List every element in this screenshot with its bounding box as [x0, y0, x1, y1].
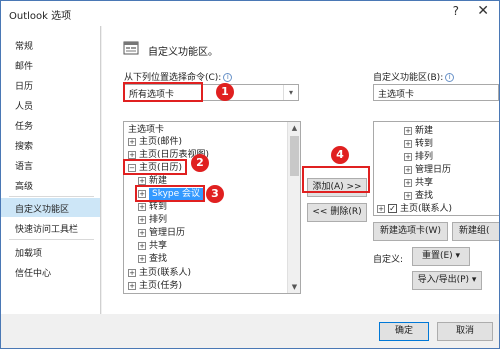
- expand-icon[interactable]: +: [138, 216, 146, 224]
- tree-item[interactable]: + 转到: [138, 201, 167, 213]
- expand-icon[interactable]: +: [404, 192, 412, 200]
- nav-item-trust-center[interactable]: 信任中心: [1, 262, 100, 281]
- nav-divider: [9, 196, 94, 197]
- nav-item-language[interactable]: 语言: [1, 155, 100, 174]
- tree-item[interactable]: + 共享: [138, 240, 167, 252]
- cancel-button[interactable]: 取消: [437, 322, 493, 341]
- commands-scrollbar[interactable]: ▲ ▼: [287, 122, 300, 293]
- new-group-button[interactable]: 新建组(: [452, 222, 499, 241]
- callout-badge-2: 2: [191, 154, 209, 172]
- expand-icon[interactable]: +: [128, 269, 136, 277]
- ribbon-tree-item[interactable]: + 管理日历: [404, 164, 451, 176]
- tree-item[interactable]: + 主页(任务): [128, 280, 182, 292]
- close-icon[interactable]: ✕: [477, 3, 489, 19]
- expand-icon[interactable]: +: [404, 140, 412, 148]
- window-title: Outlook 选项: [9, 11, 72, 22]
- nav-item-search[interactable]: 搜索: [1, 135, 100, 154]
- expand-icon[interactable]: +: [128, 138, 136, 146]
- nav-item-general[interactable]: 常规: [1, 35, 100, 54]
- tree-item[interactable]: + 查找: [138, 253, 167, 265]
- customize-ribbon-value: 主选项卡: [378, 90, 415, 100]
- expand-icon[interactable]: +: [138, 242, 146, 250]
- nav-item-add-ins[interactable]: 加载项: [1, 242, 100, 261]
- ribbon-tree-item[interactable]: + ✓ 主页(联系人): [377, 203, 452, 215]
- callout-badge-3: 3: [206, 185, 224, 203]
- expand-icon[interactable]: +: [404, 127, 412, 135]
- callout-box-add-button: [302, 166, 370, 193]
- info-icon: i: [445, 73, 455, 82]
- chevron-down-icon: ▾: [283, 85, 298, 100]
- nav-item-tasks[interactable]: 任务: [1, 115, 100, 134]
- help-icon[interactable]: ?: [453, 4, 459, 18]
- commands-tree[interactable]: 主选项卡 + 主页(邮件) + 主页(日历表视图) − 主页(日历) + 新建 + Sky…: [123, 121, 301, 294]
- callout-box-skype-meeting: [135, 185, 205, 202]
- customize-ribbon-label-text: 自定义功能区(B):: [373, 73, 444, 83]
- reset-button[interactable]: 重置(E) ▾: [412, 247, 470, 266]
- checkbox-checked-icon[interactable]: ✓: [388, 204, 397, 213]
- tree-item[interactable]: + 排列: [138, 214, 167, 226]
- tree-item[interactable]: + 主页(邮件): [128, 136, 182, 148]
- scroll-down-icon[interactable]: ▼: [288, 281, 300, 293]
- ribbon-tree-item[interactable]: + 转到: [404, 138, 433, 150]
- customize-label: 自定义:: [373, 255, 404, 265]
- nav-item-advanced[interactable]: 高级: [1, 175, 100, 194]
- ribbon-tree-item[interactable]: + 排列: [404, 151, 433, 163]
- new-tab-button[interactable]: 新建选项卡(W): [373, 222, 448, 241]
- remove-button[interactable]: << 删除(R): [307, 203, 367, 222]
- expand-icon[interactable]: +: [128, 151, 136, 159]
- expand-icon[interactable]: +: [404, 179, 412, 187]
- options-nav: 常规 邮件 日历 人员 任务 搜索 语言 高级 自定义功能区 快速访问工具栏 加…: [1, 26, 101, 314]
- expand-icon[interactable]: +: [404, 166, 412, 174]
- ribbon-customize-icon: [123, 41, 139, 55]
- outlook-options-window: Outlook 选项 ? ✕ 常规 邮件 日历 人员 任务 搜索 语言 高级 自…: [0, 0, 500, 349]
- nav-item-calendar[interactable]: 日历: [1, 75, 100, 94]
- panel-title: 自定义功能区。: [148, 47, 218, 58]
- expand-icon[interactable]: +: [377, 205, 385, 213]
- scroll-thumb[interactable]: [290, 136, 299, 176]
- tree-item[interactable]: + 管理日历: [138, 227, 185, 239]
- expand-icon[interactable]: +: [404, 153, 412, 161]
- ribbon-tree-item[interactable]: + 新建: [404, 125, 433, 137]
- ribbon-tree-item[interactable]: + 查找: [404, 190, 433, 202]
- ok-button[interactable]: 确定: [379, 322, 429, 341]
- nav-item-customize-ribbon[interactable]: 自定义功能区: [1, 198, 100, 217]
- title-bar: Outlook 选项 ? ✕: [1, 1, 499, 26]
- nav-divider: [9, 239, 94, 240]
- callout-box-home-calendar: [123, 159, 187, 175]
- dialog-footer: 确定 取消: [1, 314, 499, 348]
- callout-box-source-dropdown: [123, 82, 203, 102]
- expand-icon[interactable]: +: [138, 203, 146, 211]
- scroll-up-icon[interactable]: ▲: [288, 122, 300, 134]
- ribbon-tree-item[interactable]: + 共享: [404, 177, 433, 189]
- tree-item[interactable]: + 主页(联系人): [128, 267, 191, 279]
- customize-ribbon-dropdown[interactable]: 主选项卡: [373, 84, 499, 101]
- nav-item-quick-access-toolbar[interactable]: 快速访问工具栏: [1, 218, 100, 237]
- callout-badge-4: 4: [331, 146, 349, 164]
- customize-ribbon-label: 自定义功能区(B): i: [373, 70, 455, 83]
- expand-icon[interactable]: +: [138, 229, 146, 237]
- expand-icon[interactable]: +: [138, 177, 146, 185]
- expand-icon[interactable]: +: [128, 282, 136, 290]
- nav-item-people[interactable]: 人员: [1, 95, 100, 114]
- tree-item[interactable]: 主选项卡: [128, 124, 164, 136]
- import-export-button[interactable]: 导入/导出(P) ▾: [412, 271, 482, 290]
- nav-item-mail[interactable]: 邮件: [1, 55, 100, 74]
- ribbon-tree[interactable]: + 新建 + 转到 + 排列 + 管理日历 + 共享 + 查找 + ✓ 主页(联系人): [373, 121, 499, 216]
- expand-icon[interactable]: +: [138, 255, 146, 263]
- callout-badge-1: 1: [216, 83, 234, 101]
- info-icon: i: [223, 73, 233, 82]
